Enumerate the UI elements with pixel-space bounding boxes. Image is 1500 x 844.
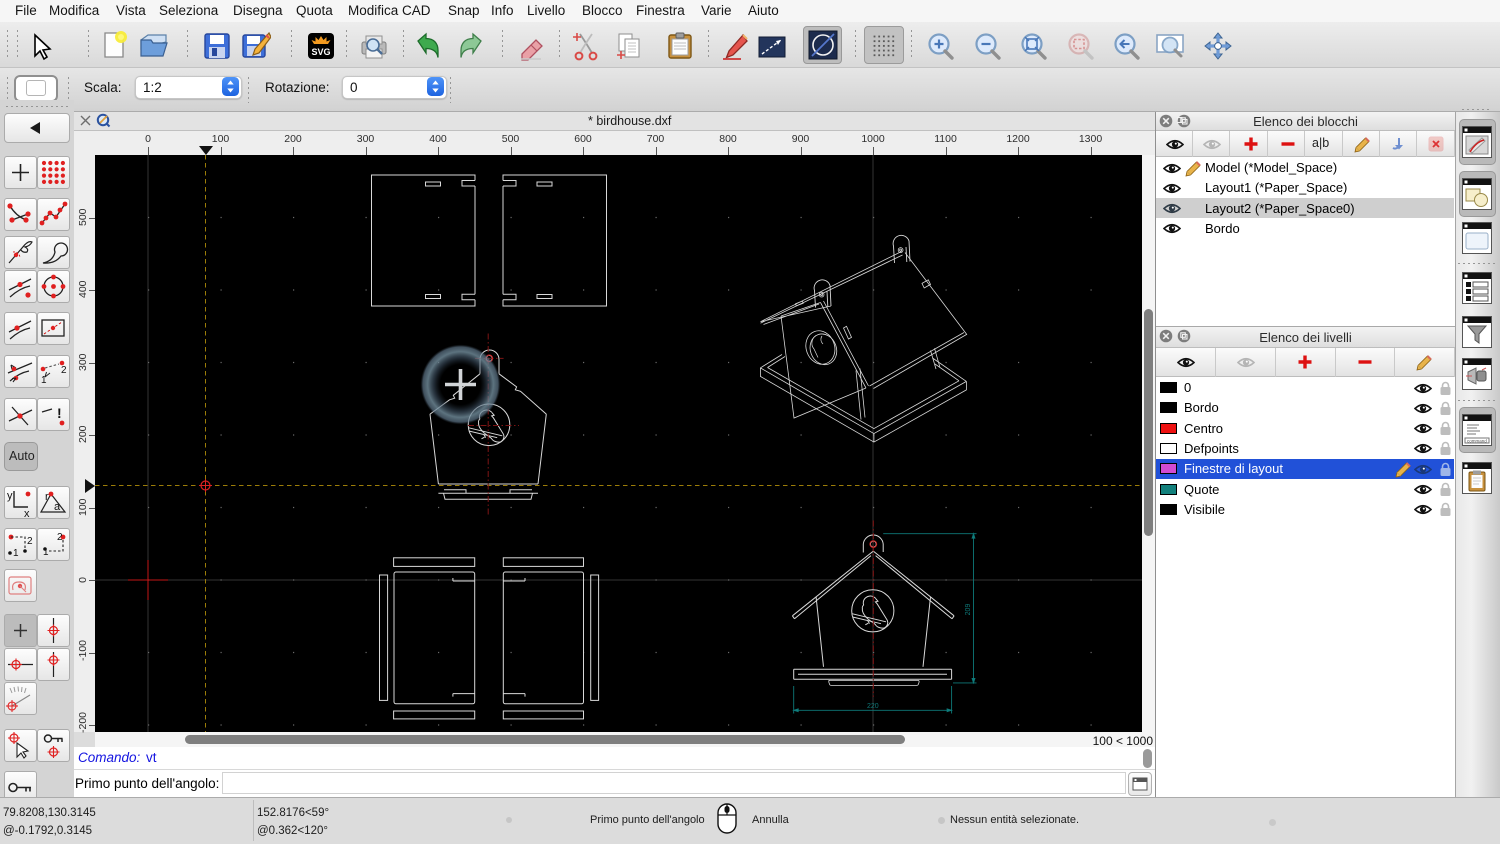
svg-text:1: 1 bbox=[13, 548, 19, 559]
svg-text:a: a bbox=[54, 501, 61, 513]
svg-text:2: 2 bbox=[57, 532, 63, 543]
svg-text:command: command bbox=[1467, 439, 1487, 444]
svg-text:2: 2 bbox=[27, 536, 33, 547]
svg-text:r: r bbox=[45, 491, 49, 503]
svg-text:2: 2 bbox=[61, 365, 67, 376]
svg-text:y: y bbox=[7, 490, 13, 502]
svg-text:209: 209 bbox=[965, 604, 972, 616]
svg-text:SVG: SVG bbox=[311, 47, 330, 57]
svg-text:220: 220 bbox=[867, 703, 879, 710]
svg-text:!: ! bbox=[57, 405, 62, 421]
svg-text:x: x bbox=[24, 508, 30, 519]
